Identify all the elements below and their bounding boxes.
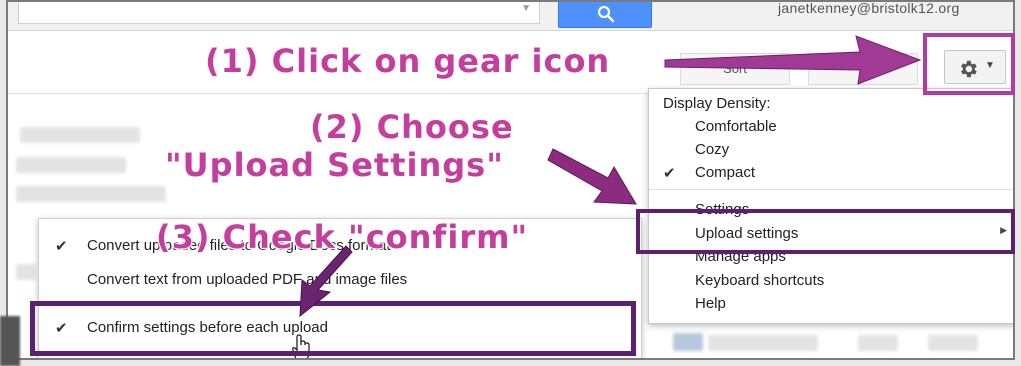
step3-annotation: (3) Check "confirm" <box>155 217 529 257</box>
arrow-to-confirm <box>299 245 353 318</box>
step1-annotation: (1) Click on gear icon <box>204 41 611 81</box>
step2-annotation-line1: (2) Choose <box>309 107 514 147</box>
arrow-to-gear <box>664 35 922 85</box>
arrow-to-upload-settings <box>547 148 637 205</box>
step2-annotation-line2: "Upload Settings" <box>164 145 504 185</box>
